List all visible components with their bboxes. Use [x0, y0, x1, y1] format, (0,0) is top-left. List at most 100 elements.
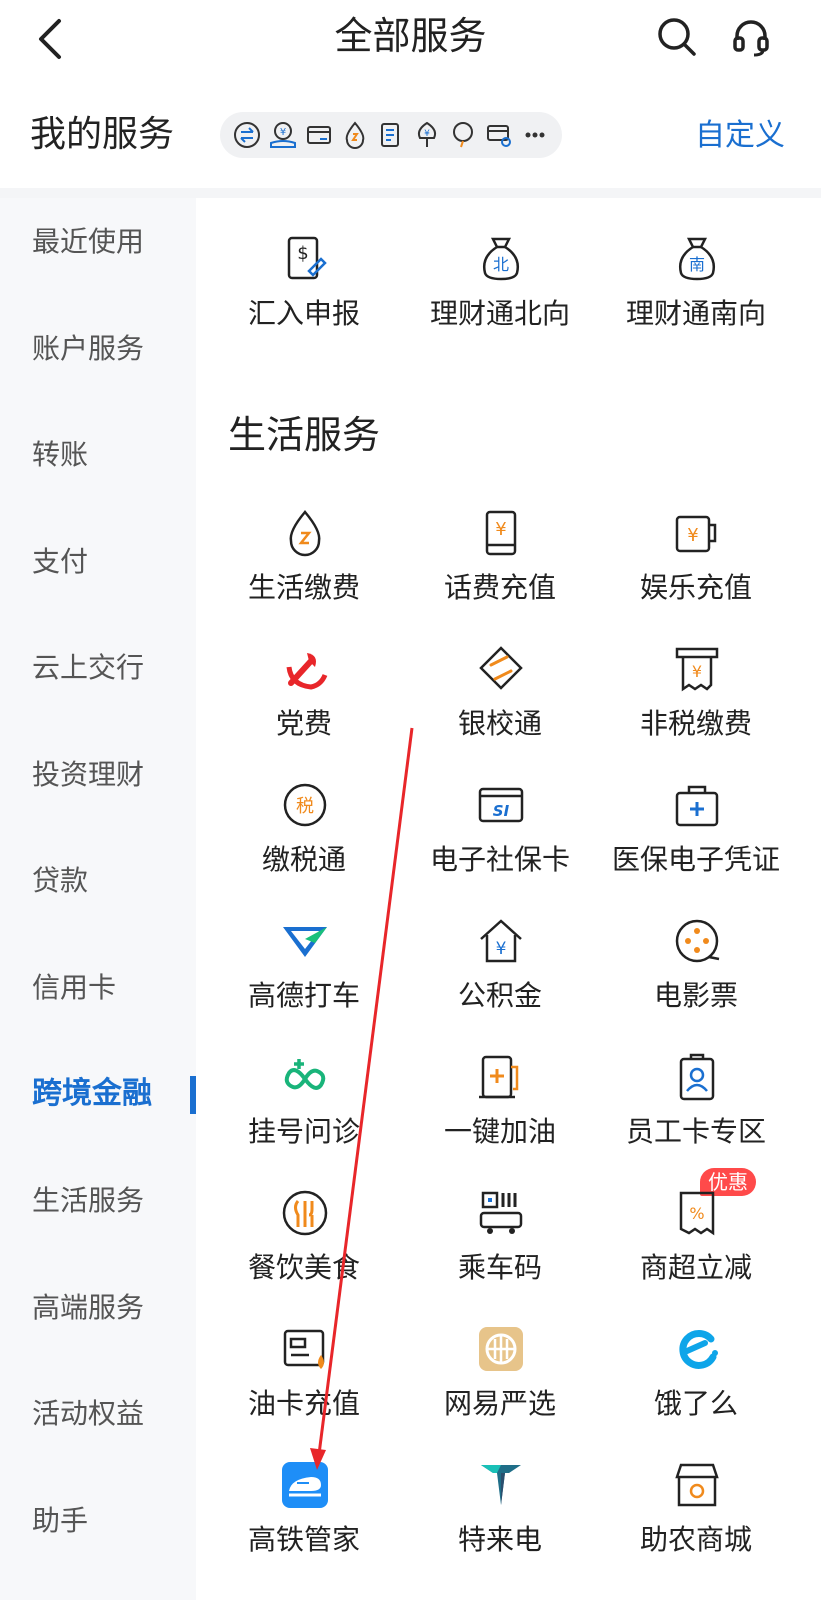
svg-text:¥: ¥	[687, 525, 698, 546]
service-supermarket-discount[interactable]: 优惠 % 商超立减	[596, 1168, 796, 1308]
sidebar-item-cloud[interactable]: 云上交行	[0, 638, 196, 698]
service-nontax-payment[interactable]: ¥ 非税缴费	[596, 644, 796, 764]
sidebar-item-recent[interactable]: 最近使用	[0, 212, 196, 272]
sidebar-item-loans[interactable]: 贷款	[0, 851, 196, 911]
service-medical-appointment[interactable]: 挂号问诊	[204, 1052, 404, 1172]
service-utility-payment[interactable]: 生活缴费	[204, 508, 404, 628]
percent-receipt-icon: %	[672, 1188, 722, 1238]
category-sidebar: 最近使用 账户服务 转账 支付 云上交行 投资理财 贷款 信用卡 跨境金融 生活…	[0, 198, 196, 1600]
document-icon	[374, 118, 408, 152]
service-entertainment-topup[interactable]: ¥ 娱乐充值	[596, 508, 796, 628]
train-logo-icon	[280, 1460, 330, 1510]
svg-text:¥: ¥	[495, 519, 506, 540]
shop-icon	[672, 1460, 722, 1510]
medical-loop-icon	[280, 1052, 330, 1102]
search-button[interactable]	[654, 14, 700, 60]
customer-service-button[interactable]	[728, 14, 774, 60]
sidebar-item-life[interactable]: 生活服务	[0, 1171, 196, 1231]
balloon-icon	[446, 118, 480, 152]
more-dots-icon	[518, 118, 552, 152]
service-housing-fund[interactable]: ¥ 公积金	[400, 916, 600, 1036]
svg-text:%: %	[689, 1204, 704, 1223]
receipt-yuan-icon: ¥	[672, 644, 722, 694]
my-services-bar: 我的服务 ¥ ¥ 自定义	[0, 92, 821, 188]
sidebar-item-payment[interactable]: 支付	[0, 532, 196, 592]
sidebar-item-investment[interactable]: 投资理财	[0, 745, 196, 805]
search-icon	[658, 18, 696, 56]
sidebar-item-assistant[interactable]: 助手	[0, 1491, 196, 1551]
school-pay-icon	[476, 644, 526, 694]
sidebar-item-cross-border[interactable]: 跨境金融	[0, 1064, 196, 1124]
service-wmc-southbound[interactable]: 南 理财通南向	[596, 234, 796, 354]
service-phone-topup[interactable]: ¥ 话费充值	[400, 508, 600, 628]
service-wmc-northbound[interactable]: 北 理财通北向	[400, 234, 600, 354]
party-emblem-icon	[280, 644, 330, 694]
fuel-card-icon	[280, 1324, 330, 1374]
service-teld[interactable]: 特来电	[400, 1460, 600, 1580]
sidebar-item-transfer[interactable]: 转账	[0, 425, 196, 485]
yuan-tree-icon: ¥	[410, 118, 444, 152]
service-amap-taxi[interactable]: 高德打车	[204, 916, 404, 1036]
cup-yuan-icon: ¥	[672, 508, 722, 558]
bag-north-icon: 北	[476, 234, 526, 284]
svg-text:税: 税	[296, 796, 314, 817]
dollar-doc-icon: $	[280, 234, 330, 284]
fuel-pump-icon	[476, 1052, 526, 1102]
amap-logo-icon	[280, 916, 330, 966]
bus-qr-icon	[476, 1188, 526, 1238]
badge-card-icon	[672, 1052, 722, 1102]
sidebar-item-account[interactable]: 账户服务	[0, 319, 196, 379]
bag-south-icon: 南	[672, 234, 722, 284]
service-agri-mall[interactable]: 助农商城	[596, 1460, 796, 1580]
service-food-dining[interactable]: 餐饮美食	[204, 1188, 404, 1308]
sidebar-item-credit-card[interactable]: 信用卡	[0, 958, 196, 1018]
film-reel-icon	[672, 916, 722, 966]
service-employee-card[interactable]: 员工卡专区	[596, 1052, 796, 1172]
life-services-heading: 生活服务	[228, 413, 381, 457]
drop-icon	[280, 508, 330, 558]
house-yuan-icon: ¥	[476, 916, 526, 966]
service-medical-insurance-voucher[interactable]: 医保电子凭证	[596, 780, 796, 900]
drop-icon	[338, 118, 372, 152]
section-divider	[0, 188, 821, 198]
svg-text:¥: ¥	[496, 939, 507, 959]
service-high-speed-rail[interactable]: 高铁管家	[204, 1460, 404, 1580]
card-icon	[302, 118, 336, 152]
sidebar-item-rewards[interactable]: 活动权益	[0, 1384, 196, 1444]
headset-icon	[733, 20, 769, 57]
service-ride-code[interactable]: 乘车码	[400, 1188, 600, 1308]
service-one-click-fuel[interactable]: 一键加油	[400, 1052, 600, 1172]
service-eleme[interactable]: 饿了么	[596, 1324, 796, 1444]
svg-text:¥: ¥	[280, 127, 286, 138]
svg-text:南: 南	[689, 255, 705, 274]
service-tax-payment[interactable]: 税 缴税通	[204, 780, 404, 900]
service-fuel-card-topup[interactable]: 油卡充值	[204, 1324, 404, 1444]
eleme-logo-icon	[672, 1324, 722, 1374]
card-link-icon	[482, 118, 516, 152]
service-social-security-card[interactable]: SI 电子社保卡	[400, 780, 600, 900]
exchange-icon	[230, 118, 264, 152]
top-bar: 全部服务	[0, 0, 821, 80]
yanxuan-logo-icon	[476, 1324, 526, 1374]
medical-kit-icon	[672, 780, 722, 830]
service-netease-yanxuan[interactable]: 网易严选	[400, 1324, 600, 1444]
phone-yuan-icon: ¥	[476, 508, 526, 558]
social-card-icon: SI	[476, 780, 526, 830]
svg-text:SI: SI	[493, 802, 510, 820]
service-movie-tickets[interactable]: 电影票	[596, 916, 796, 1036]
teld-logo-icon	[476, 1460, 526, 1510]
service-remittance-declaration[interactable]: $ 汇入申报	[204, 234, 404, 354]
svg-text:¥: ¥	[692, 662, 702, 681]
svg-text:¥: ¥	[424, 129, 430, 139]
service-party-fee[interactable]: 党费	[204, 644, 404, 764]
customize-button[interactable]: 自定义	[695, 114, 785, 158]
my-services-icon-strip[interactable]: ¥ ¥	[220, 112, 562, 158]
service-school-pay[interactable]: 银校通	[400, 644, 600, 764]
service-grid: $ 汇入申报 北 理财通北向 南 理财通南向 生活服务 生活缴费 ¥ 话费充值 …	[196, 198, 821, 1600]
yuan-hand-icon: ¥	[266, 118, 300, 152]
svg-text:北: 北	[493, 255, 509, 274]
sidebar-item-premium[interactable]: 高端服务	[0, 1278, 196, 1338]
utensils-icon	[280, 1188, 330, 1238]
svg-text:$: $	[297, 243, 308, 264]
tax-icon: 税	[280, 780, 330, 830]
